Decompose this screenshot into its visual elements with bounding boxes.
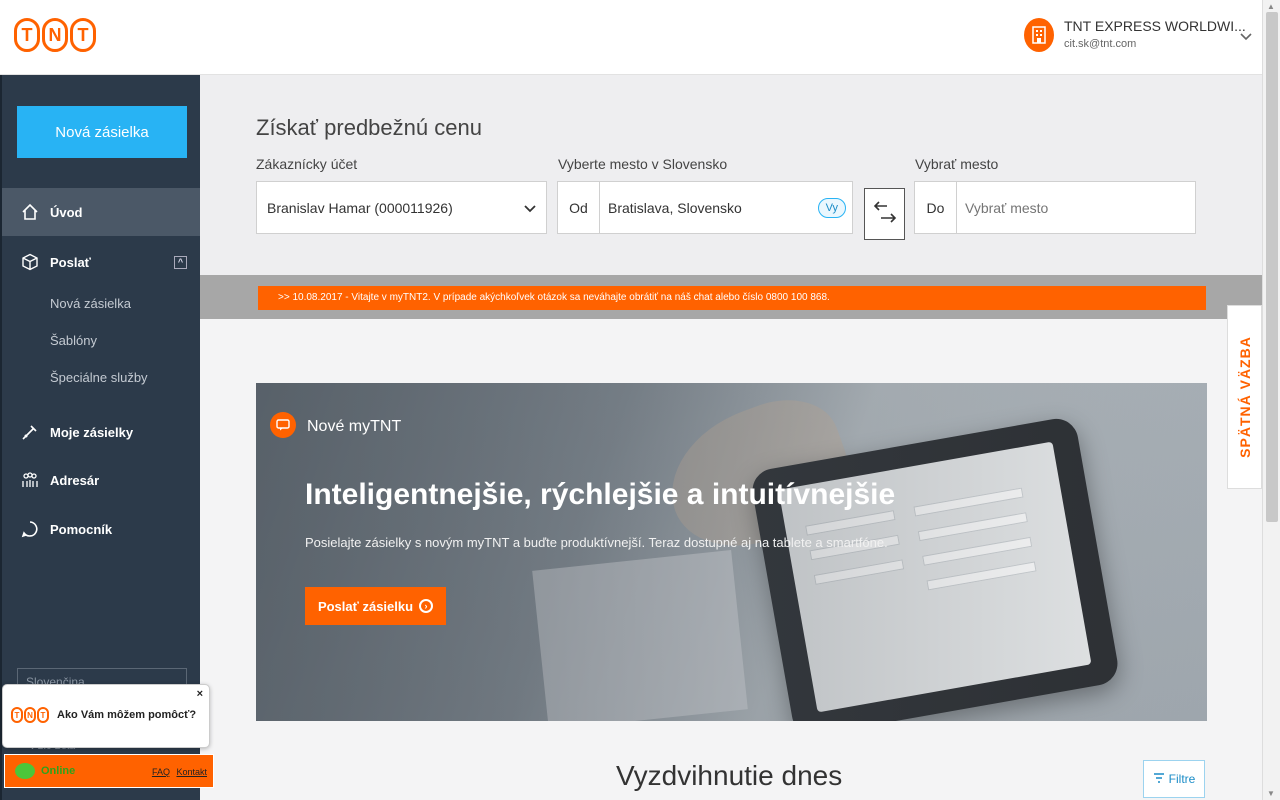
swap-direction-button[interactable] bbox=[864, 188, 905, 240]
logo-letter: T bbox=[14, 18, 40, 52]
from-city-value: Bratislava, Slovensko bbox=[608, 199, 742, 216]
to-city-field[interactable]: Do bbox=[914, 181, 1196, 234]
sidebar-item-address-book[interactable]: Adresár bbox=[2, 456, 200, 504]
page-scrollbar[interactable]: ▲ ▼ bbox=[1262, 0, 1280, 800]
send-shipment-label: Poslať zásielku bbox=[317, 598, 414, 614]
price-quote-panel: Získať predbežnú cenu Zákaznícky účet Br… bbox=[200, 75, 1262, 285]
logo-letter: N bbox=[24, 707, 36, 723]
feedback-tab[interactable]: SPÄTNÁ VÄZBA bbox=[1227, 305, 1262, 489]
sidebar-subitem-new-shipment[interactable]: Nová zásielka bbox=[50, 296, 131, 311]
sidebar-item-my-shipments[interactable]: Moje zásielky bbox=[2, 408, 200, 456]
top-bar: T N T TNT EXPRESS WORLDWI... cit.sk@tnt.… bbox=[0, 0, 1262, 75]
logo-letter: N bbox=[42, 18, 68, 52]
chat-links: FAQ Kontakt bbox=[148, 767, 207, 777]
arrow-right-icon: › bbox=[419, 599, 434, 613]
swap-arrows-icon bbox=[871, 197, 899, 232]
to-city-input[interactable] bbox=[957, 199, 1177, 216]
to-prefix: Do bbox=[915, 182, 957, 233]
sidebar-subitem-templates[interactable]: Šablóny bbox=[50, 333, 97, 348]
box-icon bbox=[20, 252, 40, 272]
account-email: cit.sk@tnt.com bbox=[1064, 38, 1137, 50]
chat-online-icon bbox=[15, 763, 35, 779]
chat-status: Online bbox=[41, 765, 76, 777]
help-icon bbox=[20, 519, 40, 539]
banner-tag: Nové myTNT bbox=[307, 418, 402, 435]
to-label: Vybrať mesto bbox=[915, 156, 999, 172]
new-shipment-button[interactable]: Nová zásielka bbox=[17, 106, 187, 158]
from-city-field[interactable]: Od Bratislava, Slovensko Vy bbox=[557, 181, 853, 234]
from-prefix: Od bbox=[558, 182, 600, 233]
building-icon bbox=[1024, 18, 1054, 52]
filter-icon bbox=[1153, 772, 1165, 786]
sidebar-item-send[interactable]: Poslať ^ bbox=[2, 238, 200, 286]
chevron-down-icon bbox=[524, 200, 536, 216]
sidebar-item-help[interactable]: Pomocník bbox=[2, 505, 200, 553]
tnt-logo[interactable]: T N T bbox=[14, 18, 96, 52]
sidebar-item-label: Adresár bbox=[50, 472, 100, 488]
pickup-today-title: Vyzdvihnutie dnes bbox=[616, 760, 843, 791]
account-label: Zákaznícky účet bbox=[256, 156, 358, 172]
account-name: TNT EXPRESS WORLDWI... bbox=[1064, 18, 1246, 34]
logo-letter: T bbox=[11, 707, 23, 723]
scroll-down-icon[interactable]: ▼ bbox=[1267, 789, 1275, 798]
logo-letter: T bbox=[70, 18, 96, 52]
sidebar-item-label: Pomocník bbox=[50, 521, 113, 537]
scroll-up-icon[interactable]: ▲ bbox=[1267, 2, 1275, 11]
logo-letter: T bbox=[37, 707, 49, 723]
notice-strip: >> 10.08.2017 - Vitajte v myTNT2. V príp… bbox=[200, 275, 1262, 319]
close-icon[interactable]: × bbox=[197, 688, 203, 700]
account-menu[interactable]: TNT EXPRESS WORLDWI... cit.sk@tnt.com bbox=[1024, 18, 1246, 52]
scroll-thumb[interactable] bbox=[1266, 12, 1278, 522]
sidebar-item-label: Moje zásielky bbox=[50, 424, 134, 440]
notice-message: >> 10.08.2017 - Vitajte v myTNT2. V príp… bbox=[258, 286, 1206, 310]
chat-tnt-logo: T N T bbox=[11, 707, 49, 723]
chevron-down-icon[interactable] bbox=[1240, 28, 1252, 44]
chat-prompt[interactable]: T N T Ako Vám môžem pomôcť? × bbox=[2, 684, 210, 748]
chat-status-bar[interactable]: Online FAQ Kontakt bbox=[4, 754, 214, 788]
sidebar-item-home[interactable]: Úvod bbox=[2, 188, 200, 236]
contact-link[interactable]: Kontakt bbox=[176, 767, 207, 777]
quote-title: Získať predbežnú cenu bbox=[256, 115, 482, 140]
sidebar-item-label: Poslať bbox=[50, 254, 91, 270]
chat-prompt-text: Ako Vám môžem pomôcť? bbox=[57, 709, 197, 721]
filter-label: Filtre bbox=[1168, 772, 1196, 786]
account-select[interactable]: Branislav Hamar (000011926) bbox=[256, 181, 547, 234]
faq-link[interactable]: FAQ bbox=[152, 767, 170, 777]
send-shipment-button[interactable]: Poslať zásielku › bbox=[305, 587, 446, 625]
sidebar-subitem-special-services[interactable]: Špeciálne služby bbox=[50, 370, 148, 385]
tracking-icon bbox=[20, 422, 40, 442]
from-label: Vyberte mesto v Slovensko bbox=[558, 156, 728, 172]
banner-subtitle: Posielajte zásielky s novým myTNT a buďt… bbox=[305, 535, 888, 550]
people-icon bbox=[20, 470, 40, 490]
feedback-label: SPÄTNÁ VÄZBA bbox=[1236, 336, 1253, 458]
you-badge: Vy bbox=[817, 198, 846, 218]
sidebar-item-label: Úvod bbox=[50, 204, 83, 220]
home-icon bbox=[20, 202, 40, 222]
banner-title: Inteligentnejšie, rýchlejšie a intuitívn… bbox=[305, 478, 896, 511]
account-select-value: Branislav Hamar (000011926) bbox=[267, 199, 453, 216]
chat-bubble-icon bbox=[270, 412, 296, 438]
collapse-icon[interactable]: ^ bbox=[174, 255, 187, 269]
filter-button[interactable]: Filtre bbox=[1143, 760, 1205, 798]
